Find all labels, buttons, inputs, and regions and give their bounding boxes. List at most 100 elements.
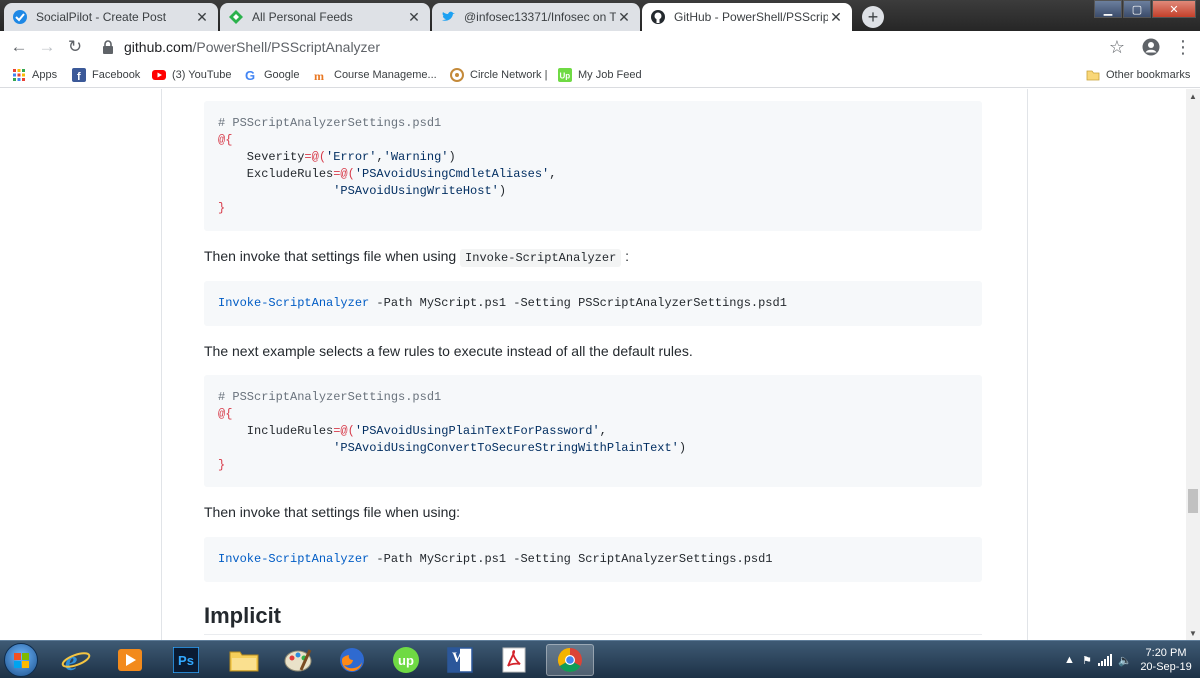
code-block-invoke-1: Invoke-ScriptAnalyzer -Path MyScript.ps1…: [204, 281, 982, 326]
scroll-up-arrow-icon[interactable]: ▲: [1186, 89, 1200, 103]
scrollbar-thumb[interactable]: [1188, 489, 1198, 513]
volume-icon[interactable]: 🔈: [1118, 654, 1132, 667]
code-command: Invoke-ScriptAnalyzer: [218, 552, 370, 566]
profile-avatar-icon[interactable]: [1140, 36, 1162, 58]
bookmark-youtube[interactable]: (3) YouTube: [152, 66, 232, 84]
code-string: 'PSAvoidUsingWriteHost': [333, 184, 499, 198]
code-comment: # PSScriptAnalyzerSettings.psd1: [218, 116, 442, 130]
tab-title: All Personal Feeds: [252, 10, 353, 24]
code-string: 'PSAvoidUsingConvertToSecureStringWithPl…: [333, 441, 679, 455]
photoshop-icon[interactable]: Ps: [162, 644, 210, 676]
paragraph-invoke-using: Then invoke that settings file when usin…: [204, 504, 461, 520]
feedly-icon: [228, 9, 244, 25]
facebook-icon: f: [72, 68, 86, 82]
bookmarks-bar: Apps f Facebook (3) YouTube G Google m C…: [0, 62, 1200, 88]
back-arrow-icon[interactable]: ←: [8, 36, 30, 58]
paragraph-next-example: The next example selects a few rules to …: [204, 343, 693, 359]
new-tab-button[interactable]: +: [862, 6, 884, 28]
bookmark-label: Other bookmarks: [1106, 69, 1191, 81]
windows-taskbar: e Ps up W ▲ ⚑ 🔈 7:20 PM 20-Sep-19: [0, 640, 1200, 678]
svg-text:m: m: [314, 69, 324, 82]
upwork-app-icon[interactable]: up: [382, 644, 430, 676]
network-signal-icon[interactable]: [1098, 654, 1112, 669]
maximize-icon[interactable]: ▢: [1123, 0, 1151, 18]
paragraph-invoke-settings: Then invoke that settings file when usin…: [204, 248, 629, 267]
svg-text:e: e: [65, 646, 77, 675]
show-hidden-icons-icon[interactable]: ▲: [1064, 654, 1075, 666]
code-block-settings-exclude: # PSScriptAnalyzerSettings.psd1 @{ Sever…: [204, 101, 982, 231]
bookmark-other[interactable]: Other bookmarks: [1086, 66, 1190, 84]
tab-feedly[interactable]: All Personal Feeds ✕: [220, 3, 430, 31]
bookmark-apps[interactable]: Apps: [12, 66, 57, 84]
inline-code: Invoke-ScriptAnalyzer: [460, 249, 622, 267]
bookmark-my-job-feed[interactable]: Up My Job Feed: [558, 66, 642, 84]
code-string: 'Warning': [383, 150, 449, 164]
section-heading-implicit: Implicit: [204, 603, 282, 628]
google-icon: G: [244, 68, 258, 82]
code-string: 'PSAvoidUsingPlainTextForPassword': [354, 424, 600, 438]
forward-arrow-icon[interactable]: →: [36, 36, 58, 58]
tab-strip: SocialPilot - Create Post ✕ All Personal…: [0, 0, 1200, 31]
code-token: }: [218, 201, 226, 215]
tab-socialpilot[interactable]: SocialPilot - Create Post ✕: [4, 3, 218, 31]
paint-icon[interactable]: [274, 644, 322, 676]
address-bar[interactable]: github.com/PowerShell/PSScriptAnalyzer: [96, 34, 1096, 60]
close-tab-icon[interactable]: ✕: [406, 9, 422, 25]
bookmark-label: Facebook: [92, 69, 141, 81]
start-button-icon[interactable]: [4, 643, 38, 677]
clock-date: 20-Sep-19: [1140, 661, 1192, 673]
media-player-icon[interactable]: [106, 644, 154, 676]
tab-github[interactable]: GitHub - PowerShell/PSScriptAna ✕: [642, 3, 852, 31]
reload-icon[interactable]: ↻: [64, 36, 86, 58]
bookmark-course[interactable]: m Course Manageme...: [314, 66, 437, 84]
word-icon[interactable]: W: [436, 644, 484, 676]
close-tab-icon[interactable]: ✕: [828, 9, 844, 25]
close-tab-icon[interactable]: ✕: [194, 9, 210, 25]
firefox-icon[interactable]: [328, 644, 376, 676]
bookmark-label: Course Manageme...: [334, 69, 437, 81]
socialpilot-icon: [12, 9, 28, 25]
code-token: IncludeRules: [218, 424, 334, 438]
upwork-label: up: [398, 652, 414, 668]
tab-twitter[interactable]: @infosec13371/Infosec on Twitte ✕: [432, 3, 640, 31]
svg-text:G: G: [245, 68, 255, 82]
menu-kebab-icon[interactable]: ⋮: [1172, 36, 1194, 58]
minimize-icon[interactable]: ▁: [1094, 0, 1122, 18]
page-scrollbar[interactable]: ▲ ▼: [1186, 89, 1200, 640]
code-string: 'Error': [326, 150, 377, 164]
code-token: ,: [599, 424, 607, 438]
code-token: =@(: [333, 167, 355, 181]
action-center-flag-icon[interactable]: ⚑: [1082, 654, 1092, 667]
tab-title: SocialPilot - Create Post: [36, 10, 167, 24]
code-token: @{: [218, 407, 233, 421]
bookmark-star-icon[interactable]: ☆: [1106, 36, 1128, 58]
code-args: -Path MyScript.ps1 -Setting ScriptAnalyz…: [369, 552, 773, 566]
paragraph-text: Then invoke that settings file when usin…: [204, 248, 461, 264]
bookmark-label: Circle Network |: [470, 69, 548, 81]
bookmark-label: (3) YouTube: [172, 69, 232, 81]
url-path: /PowerShell/PSScriptAnalyzer: [192, 39, 381, 55]
code-token: @{: [218, 133, 233, 147]
system-tray: ▲ ⚑ 🔈 7:20 PM 20-Sep-19: [1030, 641, 1200, 678]
code-token: ): [678, 441, 687, 455]
close-window-icon[interactable]: ✕: [1152, 0, 1196, 18]
chrome-icon[interactable]: [546, 644, 594, 676]
bookmark-label: My Job Feed: [578, 69, 642, 81]
upwork-icon: Up: [558, 68, 572, 82]
file-explorer-icon[interactable]: [220, 644, 268, 676]
close-tab-icon[interactable]: ✕: [616, 9, 632, 25]
folder-icon: [1086, 68, 1100, 82]
acrobat-icon[interactable]: [490, 644, 538, 676]
code-string: 'PSAvoidUsingCmdletAliases': [354, 167, 550, 181]
github-icon: [650, 9, 666, 25]
tab-title: @infosec13371/Infosec on Twitte: [464, 10, 616, 24]
scroll-down-arrow-icon[interactable]: ▼: [1186, 626, 1200, 640]
ie-icon[interactable]: e: [52, 644, 100, 676]
system-clock[interactable]: 7:20 PM 20-Sep-19: [1138, 646, 1194, 674]
bookmark-facebook[interactable]: f Facebook: [72, 66, 140, 84]
url-host: github.com: [124, 39, 193, 55]
code-block-invoke-2: Invoke-ScriptAnalyzer -Path MyScript.ps1…: [204, 537, 982, 582]
bookmark-circle-network[interactable]: Circle Network |: [450, 66, 547, 84]
bookmark-google[interactable]: G Google: [244, 66, 299, 84]
